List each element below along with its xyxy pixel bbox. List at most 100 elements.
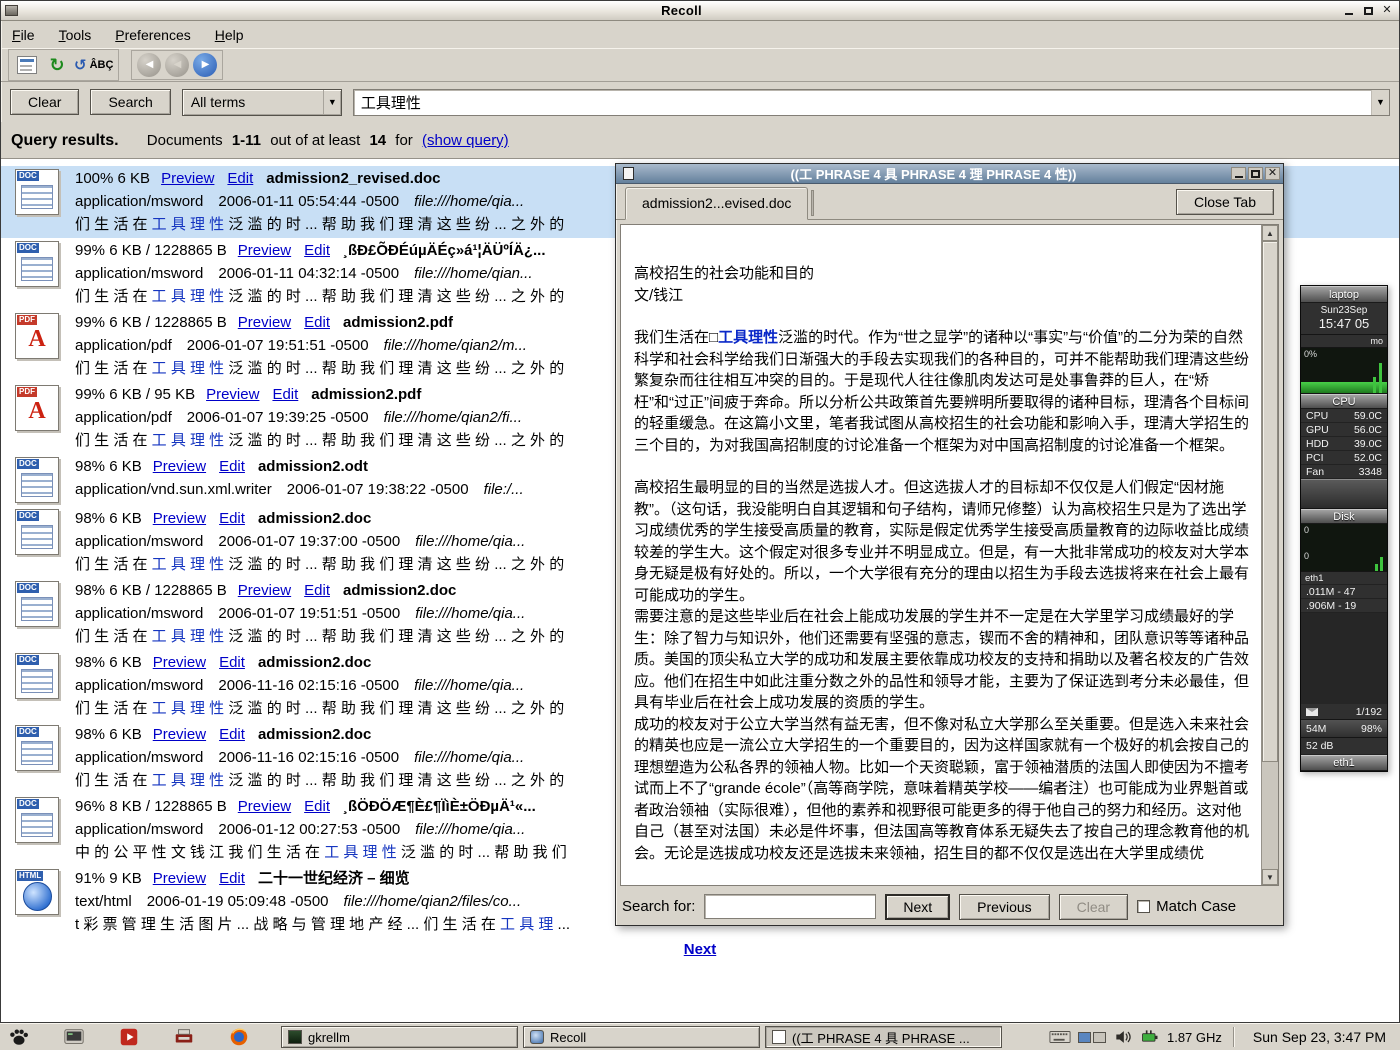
result-preview-link[interactable]: Preview bbox=[238, 582, 291, 599]
sensor-row-hdd: HDD39.0C bbox=[1301, 437, 1387, 451]
result-preview-link[interactable]: Preview bbox=[238, 242, 291, 259]
search-entry: ▼ bbox=[353, 89, 1390, 116]
result-preview-link[interactable]: Preview bbox=[161, 170, 214, 187]
preview-close-button[interactable]: ✕ bbox=[1265, 167, 1280, 180]
update-index-button[interactable]: ↻ bbox=[44, 52, 70, 78]
preview-next-button[interactable]: Next bbox=[885, 894, 950, 920]
result-filename: ¸ßÐ£ÕÐÉúµÄÉç»á¹¦ÄÜºÍÄ¿... bbox=[343, 242, 546, 259]
printer-icon bbox=[173, 1026, 195, 1048]
taskbar-task[interactable]: Recoll bbox=[523, 1026, 760, 1048]
clear-search-icon bbox=[17, 56, 37, 74]
speaker-icon[interactable] bbox=[1113, 1027, 1133, 1047]
result-preview-link[interactable]: Preview bbox=[238, 314, 291, 331]
preview-previous-button[interactable]: Previous bbox=[959, 894, 1049, 920]
workspace-2[interactable] bbox=[1093, 1032, 1106, 1043]
memory-meter: 54M 98% bbox=[1301, 720, 1387, 738]
workspace-1[interactable] bbox=[1078, 1032, 1091, 1043]
net-interface-label: eth1 bbox=[1301, 572, 1387, 585]
match-case-checkbox[interactable] bbox=[1137, 900, 1150, 913]
search-for-label: Search for: bbox=[622, 898, 695, 915]
result-date: 2006-01-12 00:27:53 -0500 bbox=[218, 821, 400, 838]
result-edit-link[interactable]: Edit bbox=[304, 798, 330, 815]
result-edit-link[interactable]: Edit bbox=[304, 314, 330, 331]
result-preview-link[interactable]: Preview bbox=[153, 458, 206, 475]
term-explorer-button[interactable]: ↺ÂBÇ bbox=[74, 52, 113, 78]
close-tab-button[interactable]: Close Tab bbox=[1176, 189, 1274, 215]
net-footer-label[interactable]: eth1 bbox=[1301, 755, 1387, 771]
result-edit-link[interactable]: Edit bbox=[219, 726, 245, 743]
search-input[interactable] bbox=[354, 90, 1371, 115]
show-query-link[interactable]: (show query) bbox=[422, 132, 509, 149]
preview-tab[interactable]: admission2...evised.doc bbox=[625, 187, 808, 220]
result-edit-link[interactable]: Edit bbox=[219, 458, 245, 475]
maximize-button[interactable] bbox=[1360, 4, 1376, 18]
result-preview-link[interactable]: Preview bbox=[153, 654, 206, 671]
clear-button[interactable]: Clear bbox=[10, 89, 79, 115]
result-edit-link[interactable]: Edit bbox=[304, 582, 330, 599]
search-mode-select[interactable]: All terms ▼ bbox=[182, 89, 342, 116]
first-page-button[interactable]: ◀ bbox=[137, 53, 161, 77]
scrollbar-thumb[interactable] bbox=[1262, 241, 1278, 762]
previous-page-button[interactable]: ◀ bbox=[165, 53, 189, 77]
taskbar-task[interactable]: ((工 PHRASE 4 具 PHRASE ... bbox=[765, 1026, 1002, 1048]
paw-launcher[interactable] bbox=[7, 1025, 31, 1049]
result-url: file:/... bbox=[484, 481, 524, 498]
paw-icon bbox=[8, 1026, 30, 1048]
media-launcher[interactable] bbox=[117, 1025, 141, 1049]
printer-launcher[interactable] bbox=[172, 1025, 196, 1049]
result-edit-link[interactable]: Edit bbox=[304, 242, 330, 259]
keyboard-icon[interactable] bbox=[1049, 1029, 1071, 1045]
preview-minimize-button[interactable] bbox=[1231, 167, 1246, 180]
result-preview-link[interactable]: Preview bbox=[153, 726, 206, 743]
disk-section-label[interactable]: Disk bbox=[1301, 509, 1387, 524]
result-edit-link[interactable]: Edit bbox=[219, 510, 245, 527]
scroll-up-icon[interactable]: ▲ bbox=[1262, 225, 1278, 241]
search-button[interactable]: Search bbox=[90, 89, 170, 115]
search-history-chevron-icon[interactable]: ▼ bbox=[1371, 90, 1389, 115]
preview-paragraph: 高校招生最明显的目的当然是选拔人才。但这选拔人才的目标却不仅仅是人们假定“因材施… bbox=[634, 477, 1251, 606]
menu-file[interactable]: File bbox=[12, 27, 35, 43]
result-url: file:///home/qia... bbox=[414, 677, 524, 694]
result-preview-link[interactable]: Preview bbox=[206, 386, 259, 403]
result-edit-link[interactable]: Edit bbox=[272, 386, 298, 403]
result-edit-link[interactable]: Edit bbox=[219, 870, 245, 887]
result-mime: application/msword bbox=[75, 749, 203, 766]
volume-meter: 52 dB bbox=[1301, 738, 1387, 755]
sensor-row-fan: Fan3348 bbox=[1301, 465, 1387, 479]
terminal-launcher[interactable] bbox=[62, 1025, 86, 1049]
menu-bar: File Tools Preferences Help bbox=[1, 21, 1399, 48]
close-button[interactable]: ✕ bbox=[1379, 4, 1395, 18]
battery-icon[interactable] bbox=[1140, 1027, 1160, 1047]
result-date: 2006-01-07 19:51:51 -0500 bbox=[218, 605, 400, 622]
minimize-button[interactable] bbox=[1341, 4, 1357, 18]
next-page-button[interactable]: ▶ bbox=[193, 53, 217, 77]
match-case-option[interactable]: Match Case bbox=[1137, 898, 1236, 915]
next-results-link[interactable]: Next bbox=[684, 941, 717, 958]
sensor-row-cpu: CPU59.0C bbox=[1301, 409, 1387, 423]
clear-search-button[interactable] bbox=[14, 52, 40, 78]
taskbar-clock[interactable]: Sun Sep 23, 3:47 PM bbox=[1246, 1029, 1393, 1045]
result-edit-link[interactable]: Edit bbox=[219, 654, 245, 671]
result-preview-link[interactable]: Preview bbox=[153, 870, 206, 887]
result-edit-link[interactable]: Edit bbox=[227, 170, 253, 187]
workspace-pager[interactable] bbox=[1078, 1032, 1106, 1043]
result-preview-link[interactable]: Preview bbox=[153, 510, 206, 527]
result-filename: admission2.odt bbox=[258, 458, 368, 475]
preview-title-bar[interactable]: ((工 PHRASE 4 具 PHRASE 4 理 PHRASE 4 性)) ✕ bbox=[616, 164, 1283, 184]
preview-search-input[interactable] bbox=[704, 894, 876, 919]
menu-tools[interactable]: Tools bbox=[59, 27, 92, 43]
title-bar[interactable]: Recoll ✕ bbox=[1, 1, 1399, 21]
firefox-launcher[interactable] bbox=[227, 1025, 251, 1049]
scroll-down-icon[interactable]: ▼ bbox=[1262, 869, 1278, 885]
preview-maximize-button[interactable] bbox=[1248, 167, 1263, 180]
result-preview-link[interactable]: Preview bbox=[238, 798, 291, 815]
mail-monitor[interactable]: 1/192 bbox=[1301, 704, 1387, 720]
cpu-section-label[interactable]: CPU bbox=[1301, 394, 1387, 409]
result-relevance-size: 98% 6 KB bbox=[75, 654, 142, 671]
menu-help[interactable]: Help bbox=[215, 27, 244, 43]
preview-clear-button[interactable]: Clear bbox=[1059, 894, 1128, 920]
menu-preferences[interactable]: Preferences bbox=[115, 27, 191, 43]
preview-scrollbar[interactable]: ▲ ▼ bbox=[1261, 225, 1278, 885]
gkrellm-hostname[interactable]: laptop bbox=[1301, 286, 1387, 303]
taskbar-task[interactable]: gkrellm bbox=[281, 1026, 518, 1048]
